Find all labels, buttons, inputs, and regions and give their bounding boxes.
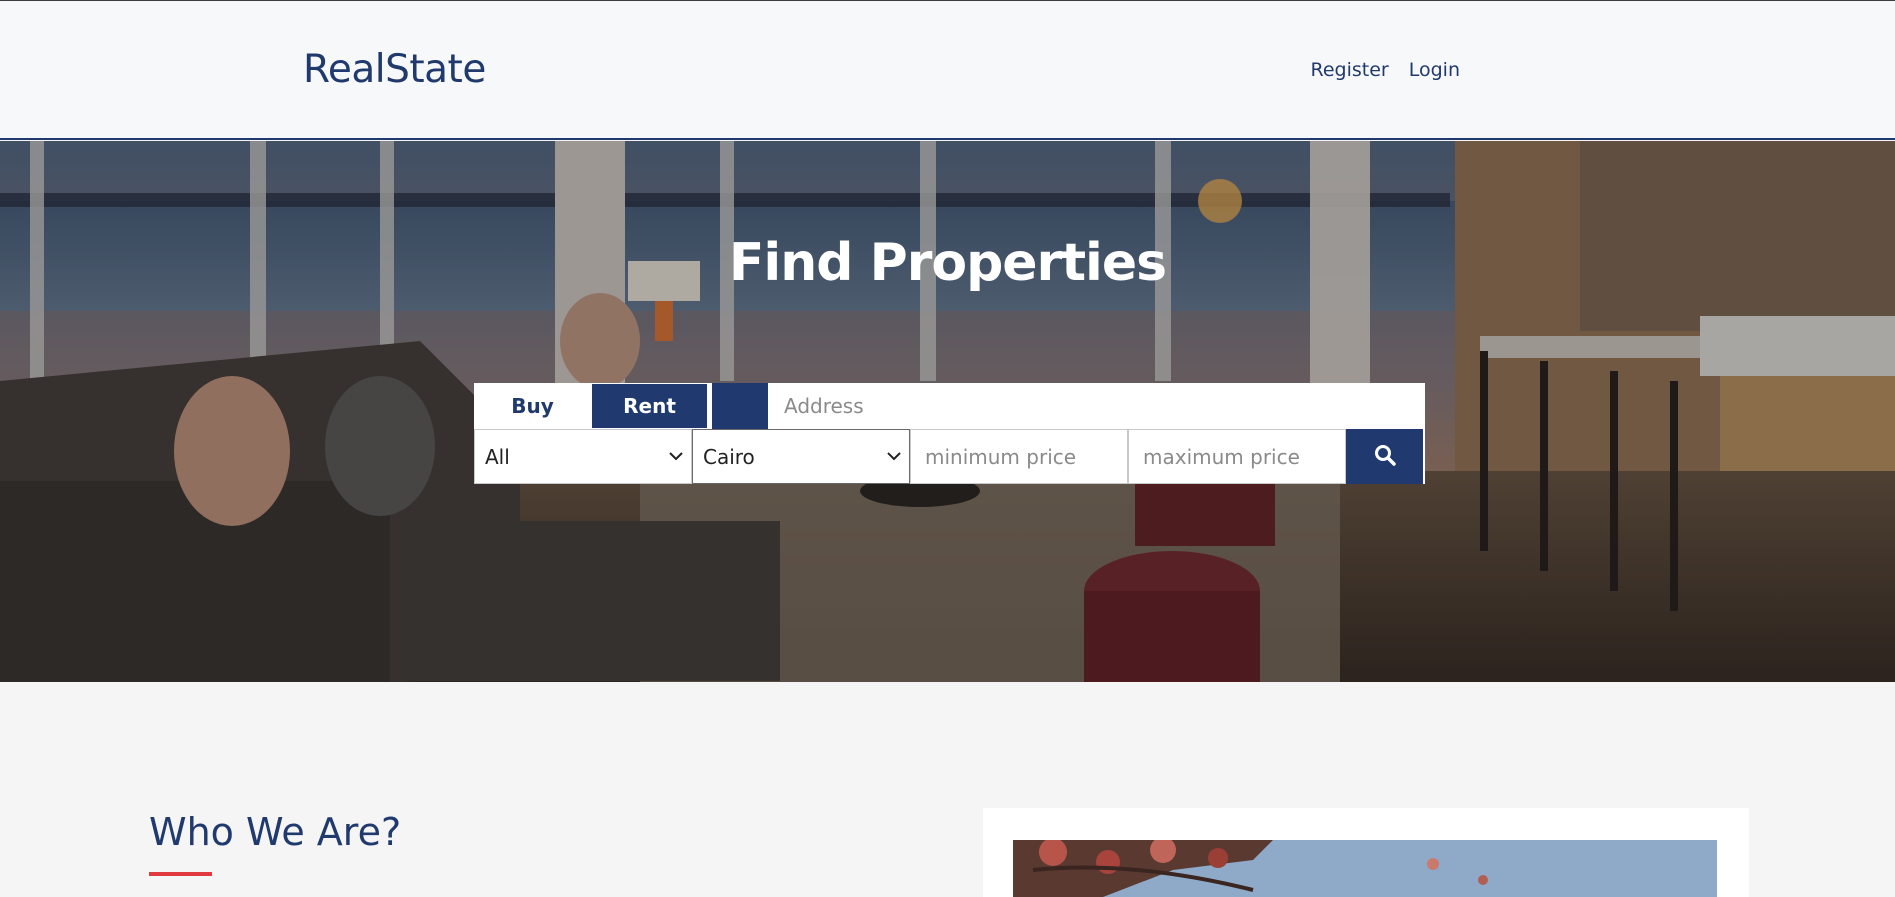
address-input[interactable] [768,383,1425,429]
brand-logo[interactable]: RealState [303,47,486,92]
hero-title: Find Properties [728,233,1167,293]
tab-rent[interactable]: Rent [591,383,708,429]
max-price-input[interactable] [1128,429,1346,484]
about-title: Who We Are? [149,810,402,854]
about-image [1013,840,1717,897]
title-underline [149,872,212,876]
search-button[interactable] [1346,429,1423,484]
search-filter-row: All Cairo [474,429,1425,484]
property-type-value: All [485,444,510,469]
min-price-input[interactable] [910,429,1128,484]
register-link[interactable]: Register [1311,59,1389,81]
city-value: Cairo [703,444,755,469]
tab-buy[interactable]: Buy [474,383,591,429]
search-icon [1374,444,1396,470]
chevron-down-icon [887,449,901,465]
header-nav: Register Login [1311,59,1461,81]
property-search-form: Buy Rent All Cairo [474,383,1425,484]
address-button[interactable] [712,383,768,429]
property-type-select[interactable]: All [474,429,692,484]
chevron-down-icon [669,449,683,465]
login-link[interactable]: Login [1409,59,1460,81]
site-header: RealState Register Login [0,0,1895,140]
city-select[interactable]: Cairo [692,429,910,484]
search-top-row: Buy Rent [474,383,1425,429]
